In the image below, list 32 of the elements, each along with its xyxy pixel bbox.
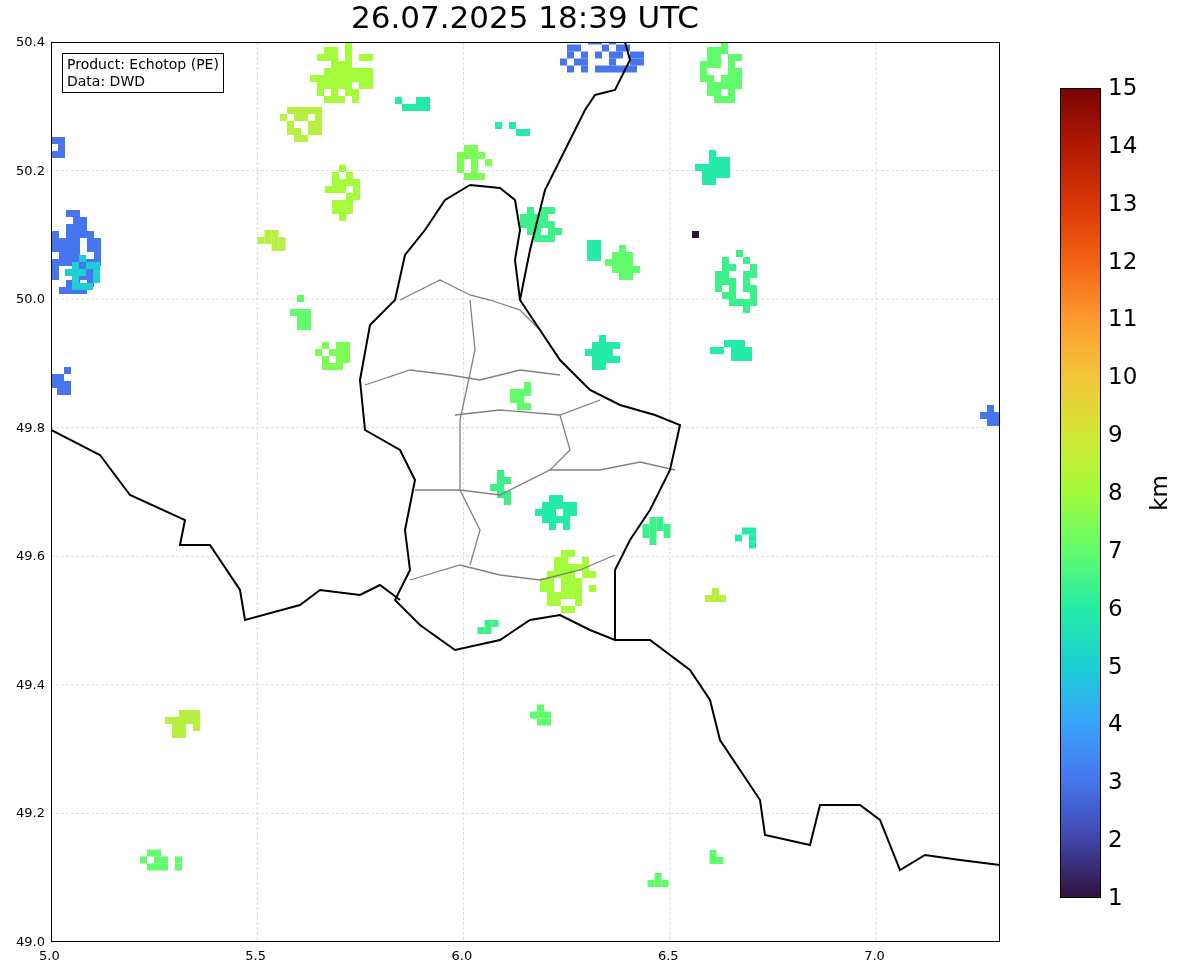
colorbar-tick-label: 15 — [1108, 76, 1138, 99]
axis-tick-label: 7.0 — [864, 948, 885, 963]
colorbar-tick-label: 11 — [1108, 307, 1138, 331]
axis-tick-label: 5.5 — [245, 948, 266, 963]
colorbar-tick-label: 12 — [1108, 249, 1138, 273]
info-text: Product: Echotop (PE) — [67, 56, 219, 73]
axis-tick-label: 49.8 — [16, 419, 45, 435]
axis-tick-label: 50.4 — [16, 34, 45, 49]
colorbar-tick-label: 14 — [1108, 133, 1138, 157]
colorbar-label: km — [1145, 475, 1172, 511]
colorbar-tick-label: 8 — [1108, 481, 1123, 504]
axis-tick-label: 50.0 — [16, 291, 45, 307]
colorbar-tick-label: 3 — [1108, 770, 1123, 794]
axis-tick-label: 49.4 — [16, 676, 45, 692]
colorbar-tick-label: 13 — [1108, 191, 1138, 215]
axis-tick-label: 49.2 — [16, 805, 45, 821]
axis-tick-label: 49.6 — [16, 548, 45, 564]
colorbar-tick-label: 4 — [1108, 712, 1123, 736]
colorbar-tick-label: 9 — [1108, 423, 1123, 447]
axis-tick-label: 50.2 — [16, 162, 45, 178]
axis-tick-label: 5.0 — [39, 948, 60, 963]
axis-tick-label: 49.0 — [16, 934, 45, 949]
colorbar-tick-label: 7 — [1108, 538, 1123, 562]
colorbar-tick-label: 6 — [1108, 596, 1123, 620]
colorbar-tick-label: 5 — [1108, 654, 1123, 678]
chart-title: 26.07.2025 18:39 UTC — [351, 0, 699, 34]
axis-tick-label: 6.5 — [657, 948, 679, 963]
colorbar-tick-label: 10 — [1108, 365, 1138, 389]
axis-tick-label: 6.0 — [451, 948, 473, 963]
info-text: Data: DWD — [67, 73, 146, 90]
colorbar-tick-label: 2 — [1108, 828, 1123, 852]
colorbar-tick-label: 1 — [1108, 886, 1123, 909]
